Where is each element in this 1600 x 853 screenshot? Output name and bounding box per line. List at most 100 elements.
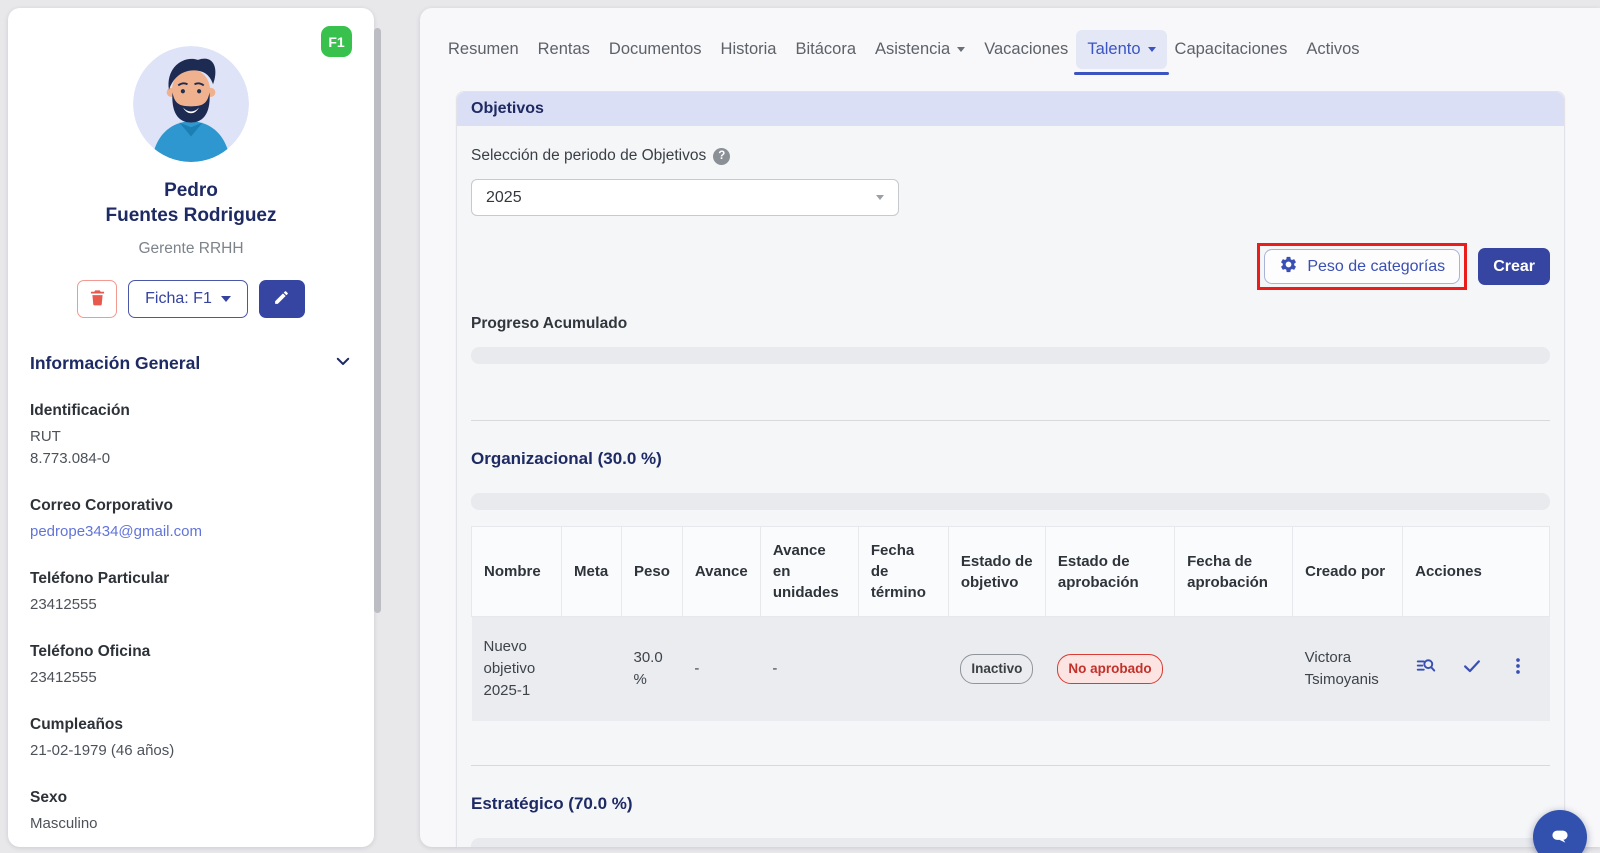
progreso-acumulado-title: Progreso Acumulado (471, 315, 1550, 333)
status-badge-inactivo: Inactivo (960, 654, 1033, 684)
tab-capacitaciones[interactable]: Capacitaciones (1175, 32, 1288, 67)
estrategico-section-title: Estratégico (70.0 %) (471, 794, 1550, 814)
col-meta: Meta (562, 527, 622, 617)
tab-vacaciones[interactable]: Vacaciones (984, 32, 1068, 67)
col-avance: Avance (682, 527, 760, 617)
field-value: 21-02-1979 (46 años) (30, 740, 352, 762)
employee-panel: F1 Pedro Fuentes Rodriguez Ge (8, 8, 374, 847)
view-detail-button[interactable] (1415, 655, 1437, 684)
field-label: Teléfono Particular (30, 570, 352, 588)
avatar (133, 46, 249, 162)
field-label: Cumpleaños (30, 716, 352, 734)
check-icon (1461, 655, 1483, 684)
col-estado-de-objetivo: Estado de objetivo (948, 527, 1045, 617)
estrategico-progress-bar (471, 838, 1550, 847)
row-menu-button[interactable] (1507, 655, 1529, 684)
info-field-sexo: Sexo Masculino (30, 789, 352, 835)
field-value: RUT (30, 426, 352, 448)
col-nombre: Nombre (472, 527, 562, 617)
employee-last-name: Fuentes Rodriguez (8, 203, 374, 228)
chevron-down-icon (1148, 47, 1156, 52)
progreso-acumulado-bar (471, 347, 1550, 364)
period-select-value: 2025 (486, 189, 522, 207)
col-fecha-de-aprobacion: Fecha de aprobación (1175, 527, 1293, 617)
objetivos-panel: Objetivos Selección de periodo de Objeti… (456, 91, 1565, 847)
info-general-section-header[interactable]: Información General (30, 352, 352, 375)
peso-de-categorias-button[interactable]: Peso de categorías (1264, 249, 1460, 284)
objetivos-panel-title: Objetivos (457, 92, 1564, 126)
ficha-dropdown[interactable]: Ficha: F1 (128, 280, 248, 318)
employee-role: Gerente RRHH (8, 240, 374, 258)
divider (471, 765, 1550, 766)
cell-estado-aprobacion: No aprobado (1045, 617, 1174, 722)
cell-meta (562, 617, 622, 722)
chevron-down-icon (334, 352, 352, 375)
ficha-dropdown-label: Ficha: F1 (145, 290, 212, 308)
cell-acciones (1403, 617, 1550, 722)
organizacional-progress-bar (471, 493, 1550, 510)
period-select-label: Selección de periodo de Objetivos (471, 147, 706, 165)
search-list-icon (1415, 655, 1437, 684)
table-row: Nuevo objetivo 2025-1 30.0 % - - Inactiv… (472, 617, 1550, 722)
trash-icon (88, 288, 107, 310)
cell-nombre: Nuevo objetivo 2025-1 (472, 617, 562, 722)
cell-avance: - (682, 617, 760, 722)
field-value: 23412555 (30, 594, 352, 616)
tab-bitacora[interactable]: Bitácora (795, 32, 856, 67)
field-label: Teléfono Oficina (30, 643, 352, 661)
tab-activos[interactable]: Activos (1306, 32, 1359, 67)
info-field-correo: Correo Corporativo pedrope3434@gmail.com (30, 497, 352, 543)
tab-talento[interactable]: Talento (1087, 32, 1155, 67)
cell-estado-objetivo: Inactivo (948, 617, 1045, 722)
tab-rentas[interactable]: Rentas (538, 32, 590, 67)
table-header-row: Nombre Meta Peso Avance Avance en unidad… (472, 527, 1550, 617)
field-value: Masculino (30, 813, 352, 835)
cell-fecha-aprobacion (1175, 617, 1293, 722)
objetivos-table: Nombre Meta Peso Avance Avance en unidad… (471, 526, 1550, 721)
tab-historia[interactable]: Historia (721, 32, 777, 67)
col-acciones: Acciones (1403, 527, 1550, 617)
employee-first-name: Pedro (8, 178, 374, 203)
tab-documentos[interactable]: Documentos (609, 32, 702, 67)
tab-label: Asistencia (875, 40, 950, 58)
info-field-identificacion: Identificación RUT 8.773.084-0 (30, 402, 352, 470)
peso-de-categorias-label: Peso de categorías (1307, 258, 1445, 276)
edit-employee-button[interactable] (259, 280, 305, 318)
field-label: Identificación (30, 402, 352, 420)
gear-icon (1279, 255, 1298, 279)
tab-asistencia[interactable]: Asistencia (875, 32, 965, 67)
ficha-badge: F1 (321, 26, 352, 57)
pencil-icon (273, 289, 290, 309)
info-field-telefono-oficina: Teléfono Oficina 23412555 (30, 643, 352, 689)
col-avance-en-unidades: Avance en unidades (760, 527, 858, 617)
help-icon[interactable]: ? (713, 148, 730, 165)
sidebar-scrollbar[interactable] (374, 28, 381, 613)
approve-button[interactable] (1461, 655, 1483, 684)
col-creado-por: Creado por (1293, 527, 1403, 617)
field-label: Sexo (30, 789, 352, 807)
chevron-down-icon (957, 47, 965, 52)
period-select[interactable]: 2025 (471, 179, 899, 216)
info-general-title: Información General (30, 353, 200, 374)
profile-tabs: Resumen Rentas Documentos Historia Bitác… (420, 8, 1600, 67)
info-field-telefono-particular: Teléfono Particular 23412555 (30, 570, 352, 616)
info-field-cumpleanos: Cumpleaños 21-02-1979 (46 años) (30, 716, 352, 762)
col-peso: Peso (622, 527, 683, 617)
crear-button[interactable]: Crear (1478, 248, 1550, 285)
field-value: 8.773.084-0 (30, 448, 352, 470)
chat-bubble-icon (1547, 822, 1573, 853)
chevron-down-icon (221, 296, 231, 302)
main-panel: Resumen Rentas Documentos Historia Bitác… (420, 8, 1600, 847)
divider (471, 420, 1550, 421)
col-estado-de-aprobacion: Estado de aprobación (1045, 527, 1174, 617)
annotation-highlight-box: Peso de categorías (1257, 243, 1467, 290)
tab-resumen[interactable]: Resumen (448, 32, 519, 67)
chevron-down-icon (876, 195, 884, 200)
delete-employee-button[interactable] (77, 280, 117, 318)
cell-peso: 30.0 % (622, 617, 683, 722)
field-label: Correo Corporativo (30, 497, 352, 515)
status-badge-no-aprobado: No aprobado (1057, 654, 1162, 684)
email-link[interactable]: pedrope3434@gmail.com (30, 521, 352, 543)
cell-avance-en-unidades: - (760, 617, 858, 722)
col-fecha-de-termino: Fecha de término (858, 527, 948, 617)
